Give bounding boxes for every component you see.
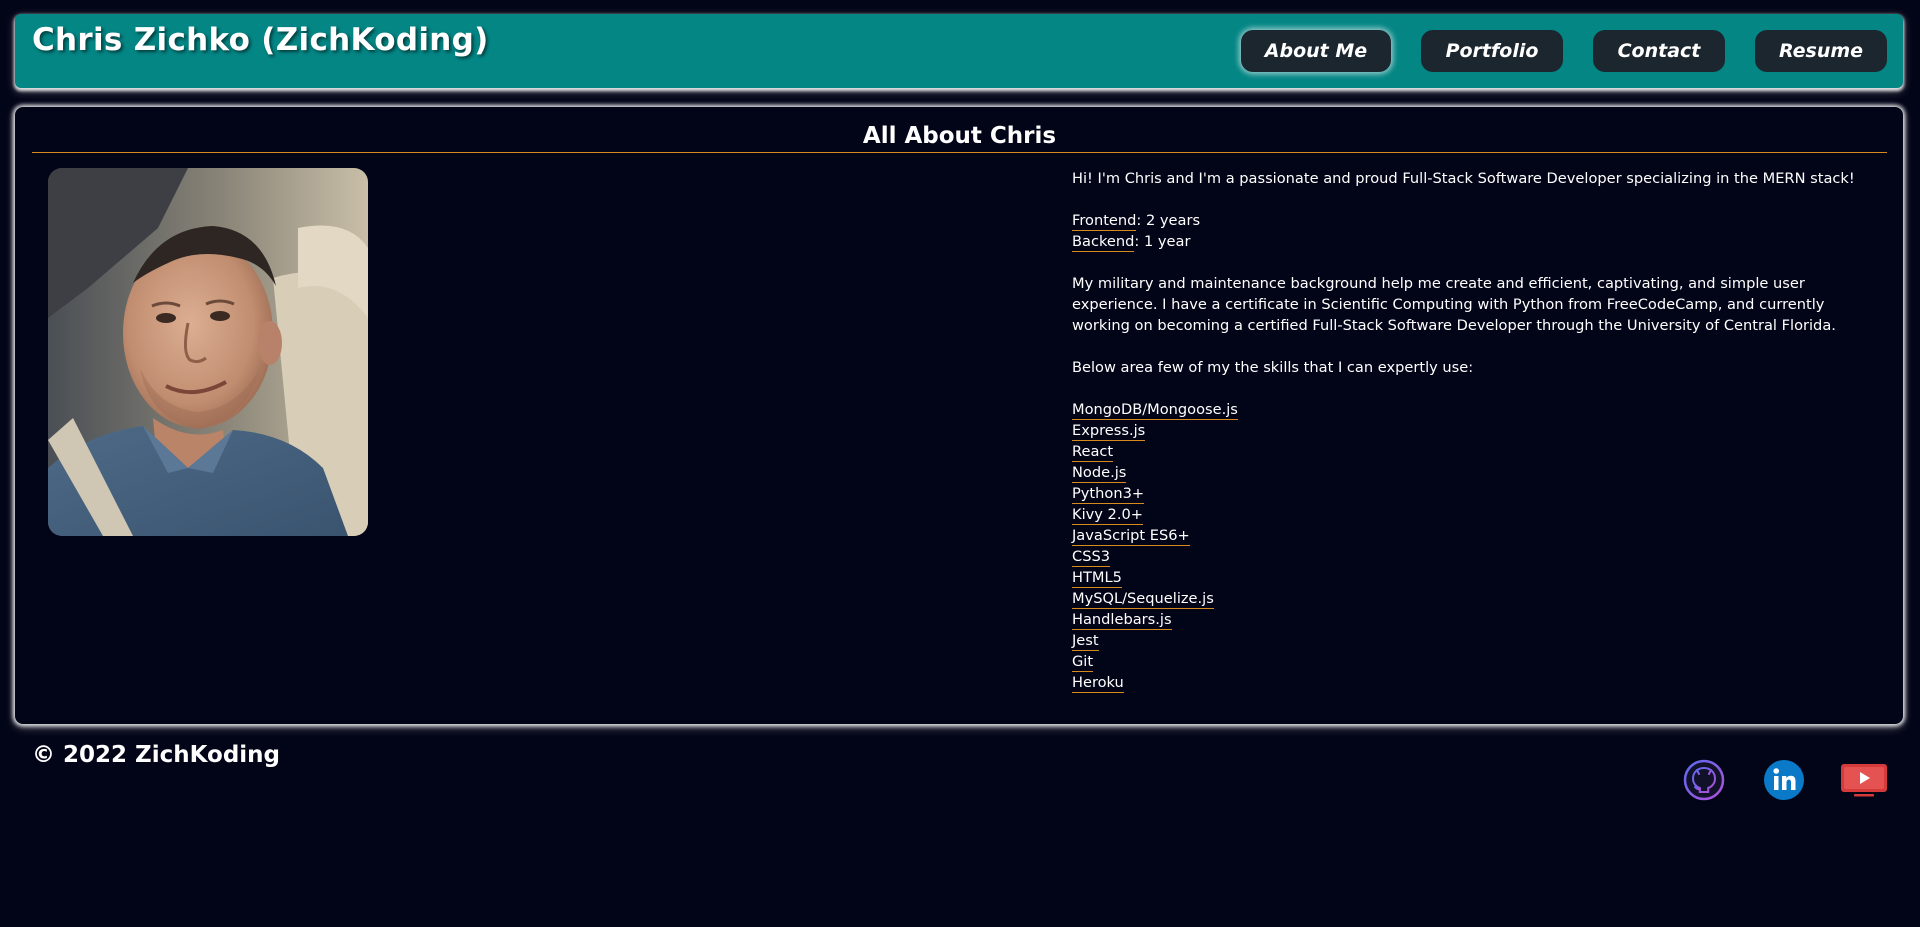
backend-label: Backend	[1072, 233, 1135, 252]
nav-about-me-button[interactable]: About Me	[1241, 30, 1391, 72]
skill-item: MySQL/Sequelize.js	[1072, 590, 1214, 609]
github-icon[interactable]	[1683, 759, 1725, 801]
about-section: All About Chris Hi! I'm Chris and I'm a …	[15, 107, 1903, 724]
experience-frontend: Frontend: 2 years	[1072, 210, 1882, 231]
backend-value: : 1 year	[1134, 233, 1191, 250]
skill-item: Express.js	[1072, 422, 1146, 441]
skill-item: MongoDB/Mongoose.js	[1072, 401, 1238, 420]
skills-list: MongoDB/Mongoose.js Express.js React Nod…	[1072, 399, 1882, 693]
nav-portfolio-button[interactable]: Portfolio	[1421, 30, 1563, 72]
frontend-value: : 2 years	[1136, 212, 1201, 229]
skill-item: JavaScript ES6+	[1072, 527, 1190, 546]
skill-item: Python3+	[1072, 485, 1145, 504]
bio: Hi! I'm Chris and I'm a passionate and p…	[1072, 168, 1882, 693]
main-nav: About Me Portfolio Contact Resume	[1241, 30, 1887, 72]
skill-item: Kivy 2.0+	[1072, 506, 1143, 525]
bio-intro: Hi! I'm Chris and I'm a passionate and p…	[1072, 170, 1855, 187]
skill-item: React	[1072, 443, 1114, 462]
site-title: Chris Zichko (ZichKoding)	[32, 22, 489, 58]
section-title: All About Chris	[32, 121, 1887, 153]
frontend-label: Frontend	[1072, 212, 1137, 231]
experience-backend: Backend: 1 year	[1072, 231, 1882, 252]
skill-item: CSS3	[1072, 548, 1111, 567]
linkedin-icon[interactable]	[1763, 759, 1805, 801]
nav-resume-button[interactable]: Resume	[1755, 30, 1887, 72]
skills-intro: Below area few of my the skills that I c…	[1072, 359, 1474, 376]
skill-item: Heroku	[1072, 674, 1124, 693]
skill-item: Git	[1072, 653, 1094, 672]
skill-item: Node.js	[1072, 464, 1127, 483]
nav-contact-button[interactable]: Contact	[1593, 30, 1725, 72]
site-header: Chris Zichko (ZichKoding) About Me Portf…	[15, 14, 1903, 88]
copyright-text: © 2022 ZichKoding	[32, 742, 281, 768]
skill-item: HTML5	[1072, 569, 1122, 588]
profile-photo	[48, 168, 368, 536]
youtube-icon[interactable]	[1840, 759, 1888, 801]
skill-item: Jest	[1072, 632, 1099, 651]
skill-item: Handlebars.js	[1072, 611, 1172, 630]
bio-background: My military and maintenance background h…	[1072, 275, 1836, 334]
